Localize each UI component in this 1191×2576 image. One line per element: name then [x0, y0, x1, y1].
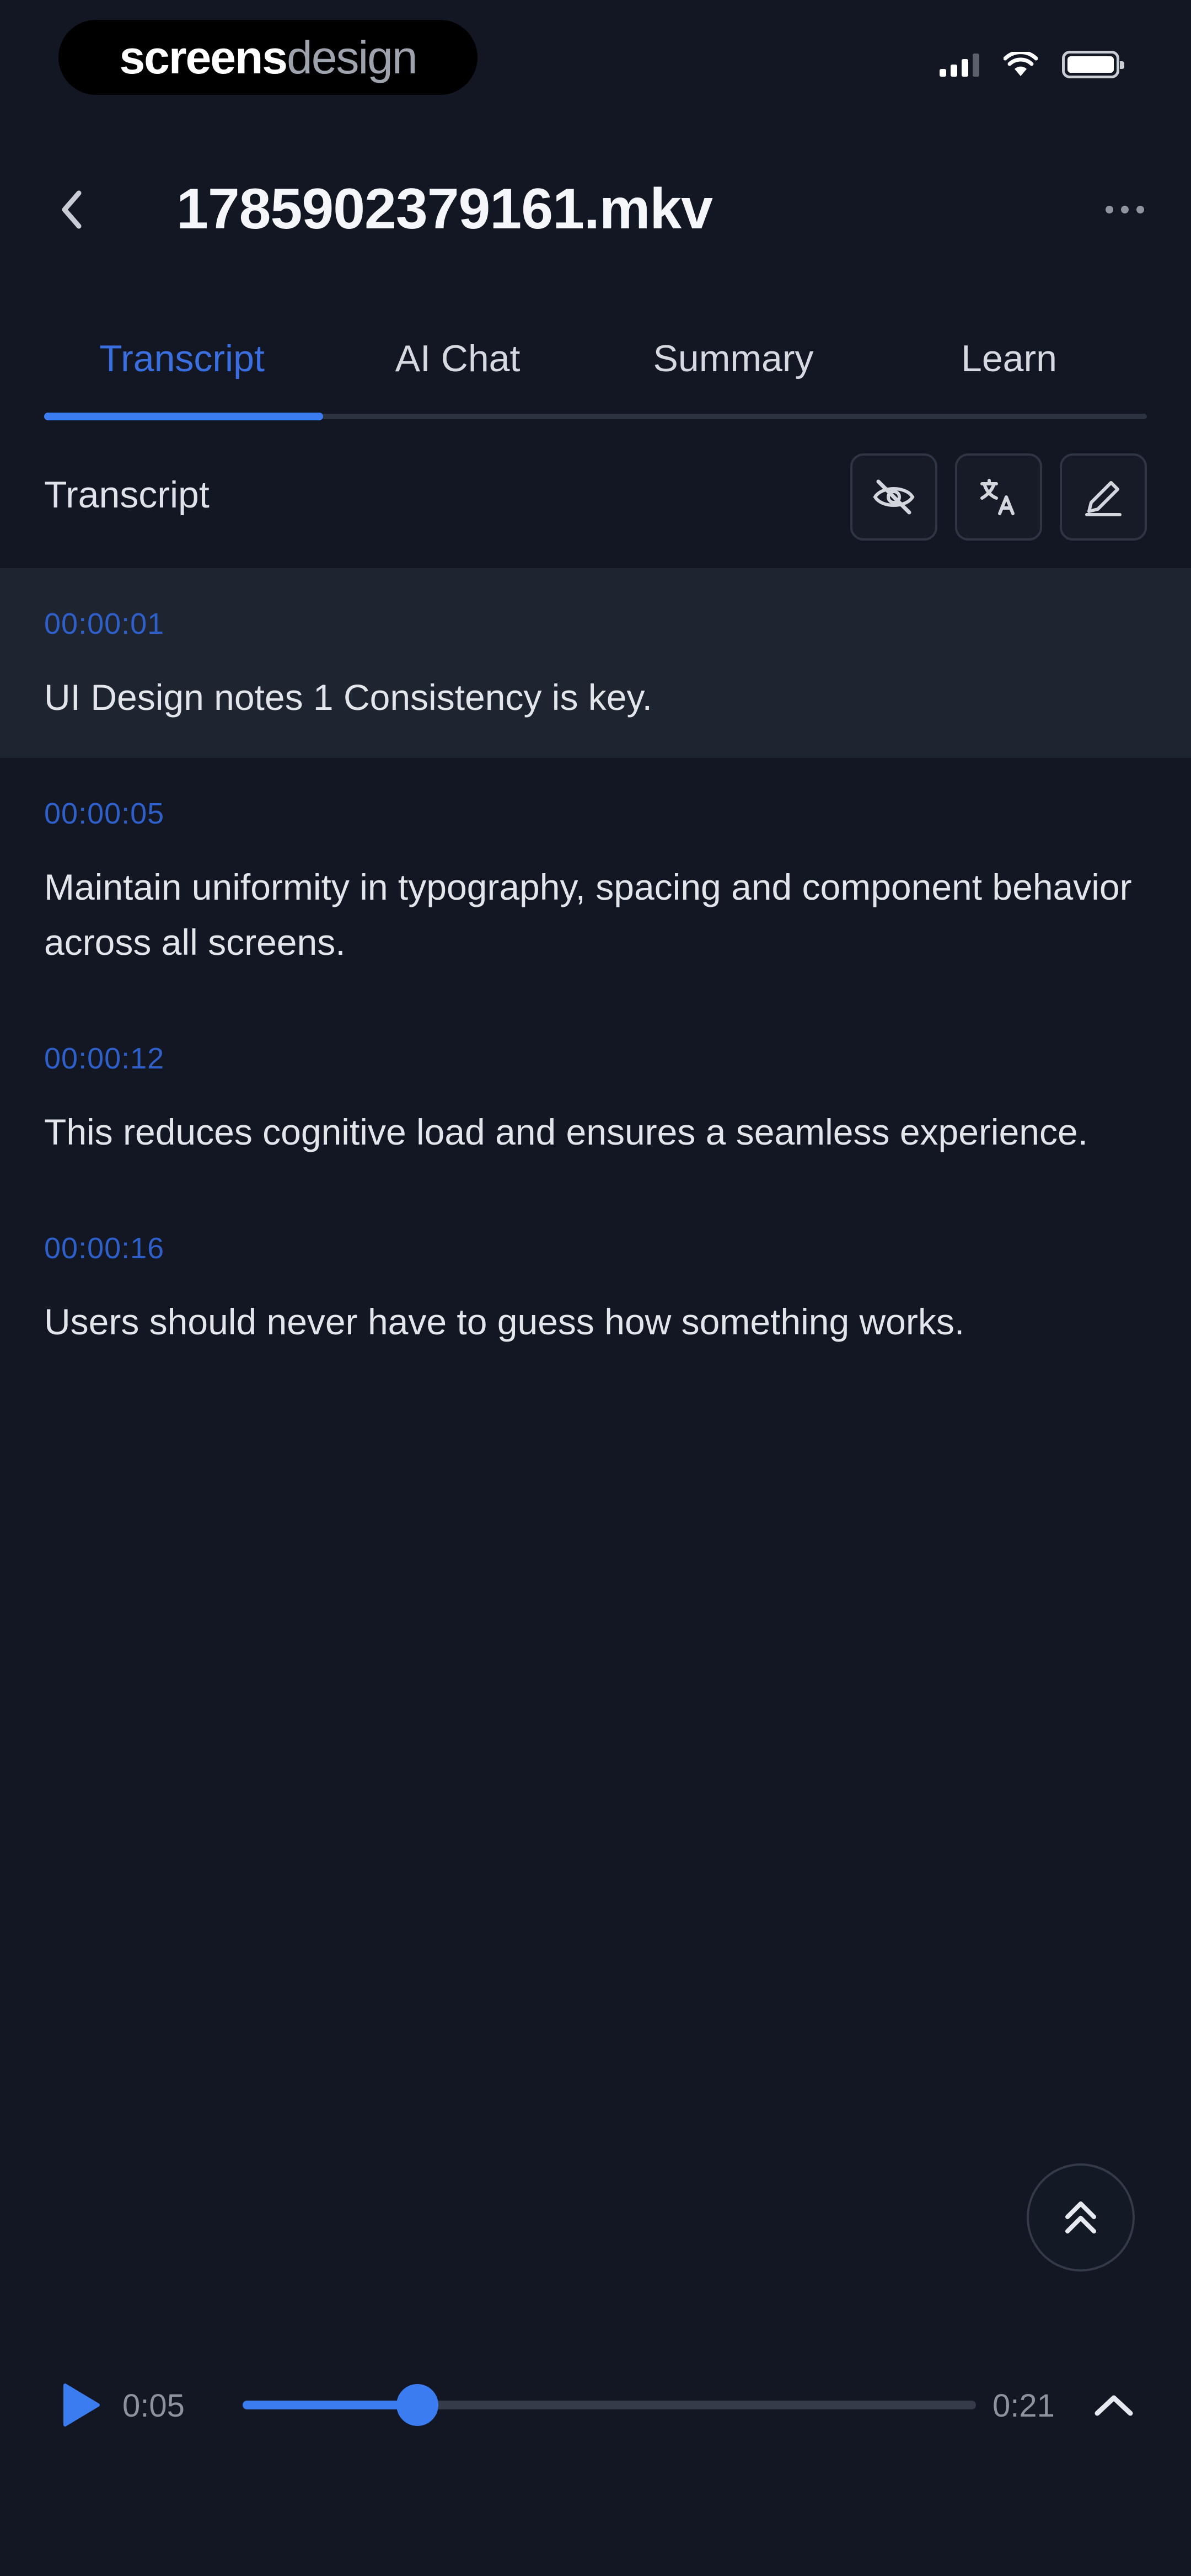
progress-thumb[interactable]	[396, 2384, 438, 2426]
signal-icon	[940, 52, 979, 77]
screen: screens design 1785902379161.mkv Transcr…	[0, 0, 1191, 2576]
eye-off-icon	[873, 479, 915, 515]
translate-button[interactable]	[955, 453, 1042, 541]
brand-logo: screens design	[58, 20, 478, 95]
play-icon	[63, 2383, 100, 2427]
battery-icon	[1062, 51, 1124, 78]
entry-text: Users should never have to guess how som…	[44, 1301, 965, 1342]
brand-bold-text: screens	[119, 31, 288, 83]
brand-light-text: design	[287, 31, 418, 83]
current-time: 0:05	[122, 2388, 185, 2424]
transcript-entry[interactable]: 00:00:01 UI Design notes 1 Consistency i…	[0, 568, 1191, 758]
entry-text: This reduces cognitive load and ensures …	[44, 1111, 1088, 1152]
chevron-left-icon	[62, 190, 82, 229]
page-title: 1785902379161.mkv	[176, 177, 713, 241]
entry-timestamp[interactable]: 00:00:05	[44, 797, 1147, 831]
hide-button[interactable]	[850, 453, 937, 541]
tab-bar: Transcript AI Chat Summary Learn	[44, 309, 1147, 420]
transcript-entry[interactable]: 00:00:05 Maintain uniformity in typograp…	[0, 758, 1191, 1003]
entry-timestamp[interactable]: 00:00:12	[44, 1041, 1147, 1076]
media-player: 0:05 0:21	[0, 2355, 1191, 2455]
double-chevron-up-icon	[1065, 2201, 1096, 2233]
play-button[interactable]	[53, 2377, 108, 2433]
more-horizontal-icon	[1106, 206, 1113, 213]
section-title: Transcript	[44, 474, 210, 516]
progress-slider[interactable]	[243, 2384, 976, 2426]
tab-transcript[interactable]: Transcript	[44, 325, 320, 392]
status-icons	[940, 51, 1124, 78]
back-button[interactable]	[44, 182, 99, 237]
tab-summary[interactable]: Summary	[596, 325, 871, 392]
tab-ai-chat[interactable]: AI Chat	[320, 325, 596, 392]
transcript-toolbar: Transcript	[0, 441, 1191, 552]
more-button[interactable]	[1092, 182, 1158, 237]
chevron-up-icon	[1095, 2395, 1133, 2416]
header: 1785902379161.mkv	[0, 154, 1191, 265]
total-time: 0:21	[993, 2388, 1055, 2424]
transcript-list: 00:00:01 UI Design notes 1 Consistency i…	[0, 568, 1191, 1382]
scroll-top-button[interactable]	[1027, 2163, 1135, 2272]
progress-fill	[243, 2401, 417, 2409]
tab-learn[interactable]: Learn	[871, 325, 1147, 392]
edit-icon	[1085, 481, 1122, 516]
edit-button[interactable]	[1060, 453, 1147, 541]
transcript-entry[interactable]: 00:00:16 Users should never have to gues…	[0, 1193, 1191, 1382]
entry-timestamp[interactable]: 00:00:16	[44, 1231, 1147, 1265]
wifi-icon	[1004, 52, 1038, 77]
translate-icon	[980, 479, 1015, 515]
expand-player-button[interactable]	[1086, 2377, 1141, 2433]
status-bar: screens design	[0, 0, 1191, 110]
tab-active-indicator	[44, 413, 323, 420]
entry-text: Maintain uniformity in typography, spaci…	[44, 867, 1132, 963]
entry-timestamp[interactable]: 00:00:01	[44, 607, 1147, 641]
entry-text: UI Design notes 1 Consistency is key.	[44, 677, 652, 718]
transcript-entry[interactable]: 00:00:12 This reduces cognitive load and…	[0, 1003, 1191, 1193]
